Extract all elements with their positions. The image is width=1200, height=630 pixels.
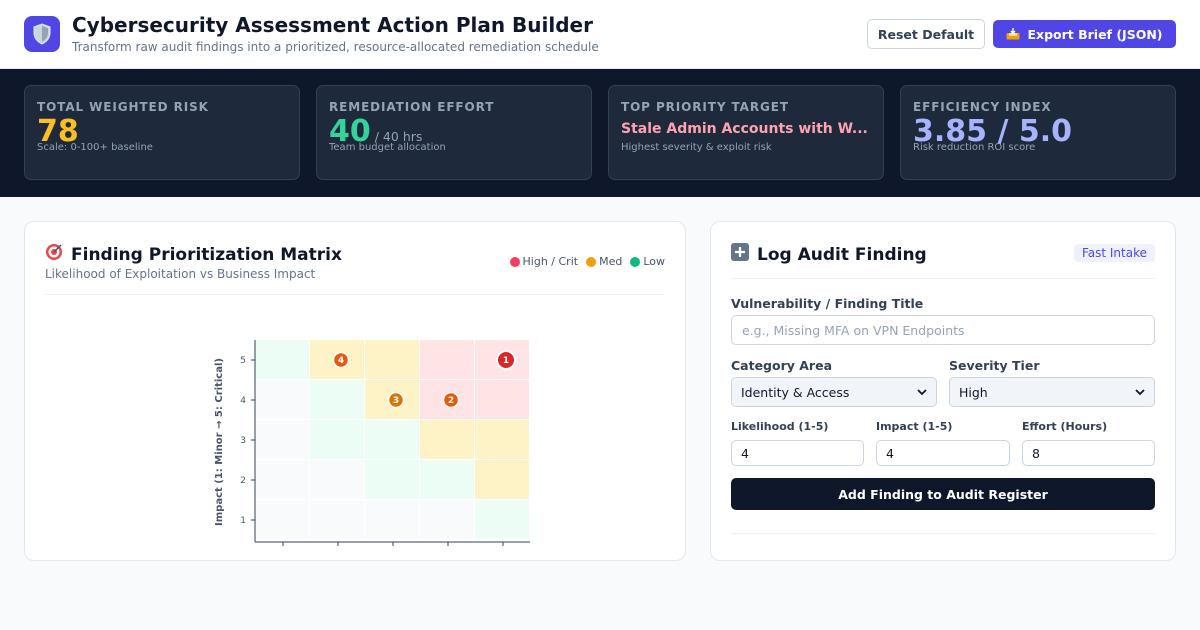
- kpi-label: TOP PRIORITY TARGET: [621, 100, 789, 114]
- matrix-cell: [420, 460, 474, 499]
- matrix-cell: [310, 420, 364, 459]
- legend-dot: [586, 256, 597, 267]
- finding-title-input[interactable]: [731, 315, 1155, 345]
- kpi-note: Highest severity & exploit risk: [621, 142, 772, 153]
- log-finding-card: Log Audit Finding Fast Intake Vulnerabil…: [710, 221, 1176, 561]
- kpi-efficiency-index: EFFICIENCY INDEX 3.85 / 5.0 Risk reducti…: [900, 85, 1176, 180]
- matrix-cell: [475, 460, 529, 499]
- legend-item-low: Low: [630, 255, 665, 268]
- chevron-down-icon: [1135, 388, 1145, 396]
- app-header: Cybersecurity Assessment Action Plan Bui…: [0, 0, 1200, 69]
- finding-point-label: 3: [393, 396, 399, 406]
- kpi-remediation-effort: REMEDIATION EFFORT 40/ 40 hrs Team budge…: [316, 85, 592, 180]
- matrix-cell: [365, 500, 419, 539]
- category-value: Identity & Access: [741, 384, 850, 400]
- matrix-title: Finding Prioritization Matrix: [45, 243, 342, 266]
- export-brief-label: Export Brief (JSON): [1027, 26, 1163, 42]
- form-title-text: Log Audit Finding: [757, 244, 927, 265]
- kpi-target-value: Stale Admin Accounts with W...: [621, 121, 868, 137]
- matrix-cell: [310, 460, 364, 499]
- kpi-note: Risk reduction ROI score: [913, 142, 1036, 153]
- likelihood-label: Likelihood (1-5): [731, 420, 829, 433]
- y-tick-label: 4: [240, 396, 246, 406]
- likelihood-input[interactable]: [731, 440, 864, 466]
- fast-intake-badge: Fast Intake: [1073, 244, 1155, 262]
- kpi-top-priority-target: TOP PRIORITY TARGET Stale Admin Accounts…: [608, 85, 884, 180]
- impact-label: Impact (1-5): [876, 420, 953, 433]
- kpi-total-weighted-risk: TOTAL WEIGHTED RISK 78 Scale: 0-100+ bas…: [24, 85, 300, 180]
- legend-dot: [630, 256, 641, 267]
- legend-label: Med: [599, 255, 623, 268]
- y-tick-label: 2: [240, 476, 246, 486]
- export-brief-button[interactable]: Export Brief (JSON): [993, 20, 1176, 48]
- matrix-cell: [475, 500, 529, 539]
- matrix-chart: 1 2 3 4 5 Impact (1: Minor → 5: Critical) 1 2 3 4: [214, 340, 530, 546]
- matrix-cell: [475, 380, 529, 419]
- legend-item-med: Med: [586, 255, 622, 268]
- matrix-cell: [255, 500, 309, 539]
- matrix-cell: [420, 340, 474, 379]
- card-divider: [731, 533, 1155, 534]
- matrix-cell: [365, 340, 419, 379]
- card-divider: [45, 294, 665, 295]
- impact-input[interactable]: [876, 440, 1010, 466]
- matrix-cell: [365, 460, 419, 499]
- kpi-band: TOTAL WEIGHTED RISK 78 Scale: 0-100+ bas…: [0, 69, 1200, 197]
- category-label: Category Area: [731, 358, 833, 373]
- matrix-cell: [310, 380, 364, 419]
- legend-label: High / Crit: [522, 255, 579, 268]
- y-tick-label: 5: [240, 356, 246, 366]
- add-finding-button[interactable]: Add Finding to Audit Register: [731, 478, 1155, 510]
- category-select[interactable]: Identity & Access: [731, 377, 937, 407]
- legend-item-high: High / Crit: [509, 255, 579, 268]
- matrix-subtitle: Likelihood of Exploitation vs Business I…: [45, 267, 316, 281]
- shield-icon: [24, 16, 60, 52]
- matrix-cell: [255, 340, 309, 379]
- y-tick-label: 3: [240, 436, 246, 446]
- severity-select[interactable]: High: [949, 377, 1155, 407]
- target-icon: [45, 243, 63, 266]
- matrix-cell: [365, 420, 419, 459]
- card-divider: [731, 278, 1155, 279]
- app-subtitle: Transform raw audit findings into a prio…: [72, 40, 599, 54]
- matrix-legend: High / Crit Med Low: [509, 255, 665, 268]
- matrix-cell: [420, 420, 474, 459]
- finding-title-label: Vulnerability / Finding Title: [731, 296, 924, 311]
- y-axis-label: Impact (1: Minor → 5: Critical): [214, 358, 225, 526]
- finding-point-label: 1: [503, 356, 509, 366]
- matrix-cell: [310, 500, 364, 539]
- prioritization-matrix-card: Finding Prioritization Matrix Likelihood…: [24, 221, 686, 561]
- matrix-cell: [255, 460, 309, 499]
- kpi-label: TOTAL WEIGHTED RISK: [37, 100, 209, 114]
- matrix-title-text: Finding Prioritization Matrix: [71, 244, 342, 265]
- finding-point-label: 2: [448, 396, 454, 406]
- app-title: Cybersecurity Assessment Action Plan Bui…: [72, 13, 593, 37]
- inbox-tray-icon: [1006, 28, 1020, 40]
- reset-default-button[interactable]: Reset Default: [867, 19, 985, 49]
- kpi-label: REMEDIATION EFFORT: [329, 100, 495, 114]
- legend-dot: [509, 256, 520, 267]
- finding-point-label: 4: [338, 356, 344, 366]
- matrix-cell: [475, 420, 529, 459]
- kpi-note: Team budget allocation: [329, 142, 446, 153]
- effort-input[interactable]: [1022, 440, 1155, 466]
- y-tick-label: 1: [240, 516, 246, 526]
- severity-label: Severity Tier: [949, 358, 1040, 373]
- matrix-cell: [420, 500, 474, 539]
- matrix-cell: [255, 380, 309, 419]
- chevron-down-icon: [917, 388, 927, 396]
- effort-label: Effort (Hours): [1022, 420, 1108, 433]
- legend-label: Low: [643, 255, 665, 268]
- plus-icon: [731, 243, 749, 266]
- matrix-cell: [255, 420, 309, 459]
- severity-value: High: [959, 384, 988, 400]
- form-title: Log Audit Finding: [731, 243, 927, 266]
- kpi-note: Scale: 0-100+ baseline: [37, 142, 153, 153]
- kpi-label: EFFICIENCY INDEX: [913, 100, 1052, 114]
